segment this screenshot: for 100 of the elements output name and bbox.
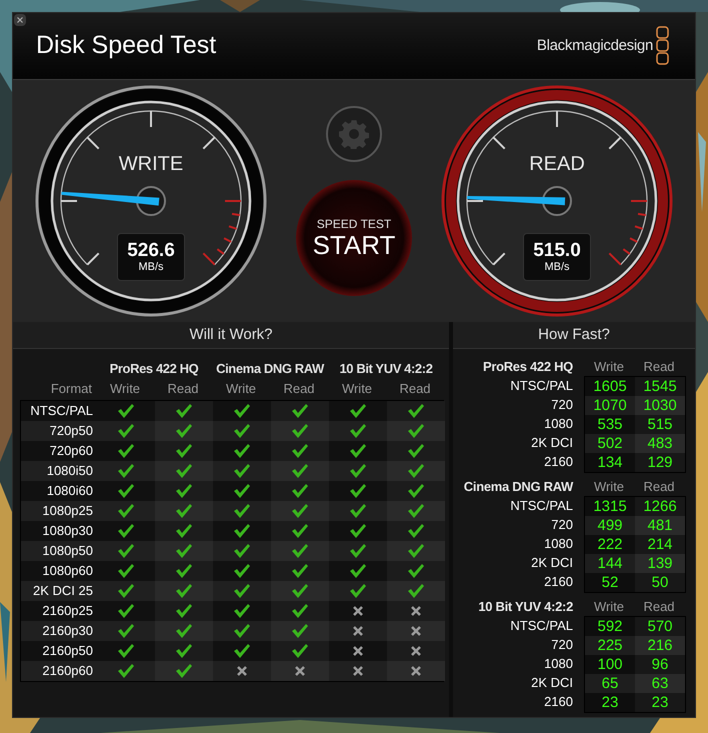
speed-value: 225: [585, 636, 635, 655]
check-icon: [407, 503, 425, 519]
codec-header: Cinema DNG RAW: [215, 360, 326, 378]
start-button[interactable]: SPEED TEST START: [296, 180, 412, 296]
check-icon: [175, 443, 193, 459]
scale-tick: [150, 111, 152, 128]
scale-tick: [492, 252, 506, 266]
format-label: 720: [550, 636, 573, 654]
column-header: Read: [166, 380, 200, 398]
check-icon: [175, 463, 193, 479]
check-icon: [117, 543, 135, 559]
speed-value: 23: [585, 693, 635, 712]
format-label: 2K DCI: [530, 554, 573, 572]
speed-value: 535: [585, 415, 635, 434]
scale-tick: [467, 200, 483, 202]
check-icon: [233, 423, 251, 439]
check-icon: [117, 623, 135, 639]
format-label: 2160: [543, 453, 573, 471]
format-label: 1080: [543, 655, 573, 673]
format-label: 2160: [543, 693, 573, 711]
codec-header: 10 Bit YUV 4:2:2: [338, 360, 434, 378]
check-icon: [407, 523, 425, 539]
cross-icon: [237, 666, 247, 676]
format-label: 1080p30: [21, 521, 97, 541]
speed-value: 52: [585, 573, 635, 592]
scale-tick: [202, 136, 216, 150]
check-icon: [233, 443, 251, 459]
format-label: 1080i50: [21, 461, 97, 481]
cross-icon: [411, 646, 421, 656]
format-label: 2160p50: [21, 641, 97, 661]
check-icon: [233, 583, 251, 599]
check-icon: [407, 543, 425, 559]
check-icon: [233, 543, 251, 559]
check-icon: [349, 523, 367, 539]
check-icon: [233, 463, 251, 479]
cross-icon: [411, 626, 421, 636]
column-header: Write: [592, 598, 626, 616]
check-icon: [349, 403, 367, 419]
check-icon: [291, 483, 309, 499]
speed-value: 1315: [585, 497, 635, 516]
check-icon: [175, 643, 193, 659]
check-icon: [233, 483, 251, 499]
scale-tick: [556, 111, 558, 128]
settings-icon: [339, 119, 369, 150]
column-header: Read: [282, 380, 316, 398]
speed-value: 222: [585, 535, 635, 554]
check-icon: [233, 603, 251, 619]
check-icon: [291, 403, 309, 419]
check-icon: [233, 623, 251, 639]
gauge-label: READ: [528, 152, 586, 178]
check-icon: [117, 483, 135, 499]
speed-value: 502: [585, 434, 635, 453]
check-icon: [117, 403, 135, 419]
format-label: NTSC/PAL: [509, 377, 573, 395]
speed-reading: 515.0: [533, 240, 581, 261]
format-label: NTSC/PAL: [21, 401, 97, 421]
check-icon: [349, 463, 367, 479]
column-header: Read: [642, 358, 676, 376]
speed-value: 499: [585, 516, 635, 535]
check-icon: [291, 543, 309, 559]
check-icon: [349, 543, 367, 559]
cross-icon: [295, 666, 305, 676]
speed-value: 1070: [585, 396, 635, 415]
check-icon: [291, 523, 309, 539]
close-button[interactable]: [14, 14, 26, 26]
speed-value: 63: [635, 674, 685, 693]
speed-unit: MB/s: [544, 260, 570, 274]
check-icon: [407, 583, 425, 599]
column-header: Write: [592, 478, 626, 496]
check-icon: [291, 503, 309, 519]
check-icon: [117, 663, 135, 679]
speed-value: 139: [635, 554, 685, 573]
codec-header: ProRes 422 HQ: [108, 360, 200, 378]
check-icon: [291, 463, 309, 479]
panel-title: Will it Work?: [189, 324, 273, 345]
check-icon: [233, 503, 251, 519]
brand-name: Blackmagicdesign: [536, 36, 653, 56]
redline-scale: [608, 200, 647, 266]
check-icon: [175, 563, 193, 579]
check-icon: [175, 503, 193, 519]
cross-icon: [353, 646, 363, 656]
format-label: NTSC/PAL: [509, 617, 573, 635]
format-label: 1080p25: [21, 501, 97, 521]
format-label: 720p60: [21, 441, 97, 461]
check-icon: [175, 483, 193, 499]
check-icon: [407, 443, 425, 459]
column-header: Format: [50, 380, 93, 398]
format-label: 2K DCI: [530, 434, 573, 452]
format-label: 2160p30: [21, 621, 97, 641]
check-icon: [117, 423, 135, 439]
column-header: Read: [642, 478, 676, 496]
check-icon: [407, 423, 425, 439]
speed-value: 481: [635, 516, 685, 535]
scale-tick: [492, 136, 506, 150]
check-icon: [233, 643, 251, 659]
speed-value: 483: [635, 434, 685, 453]
speed-value: 65: [585, 674, 635, 693]
speed-value: 1030: [635, 396, 685, 415]
check-icon: [175, 583, 193, 599]
format-label: 1080p50: [21, 541, 97, 561]
